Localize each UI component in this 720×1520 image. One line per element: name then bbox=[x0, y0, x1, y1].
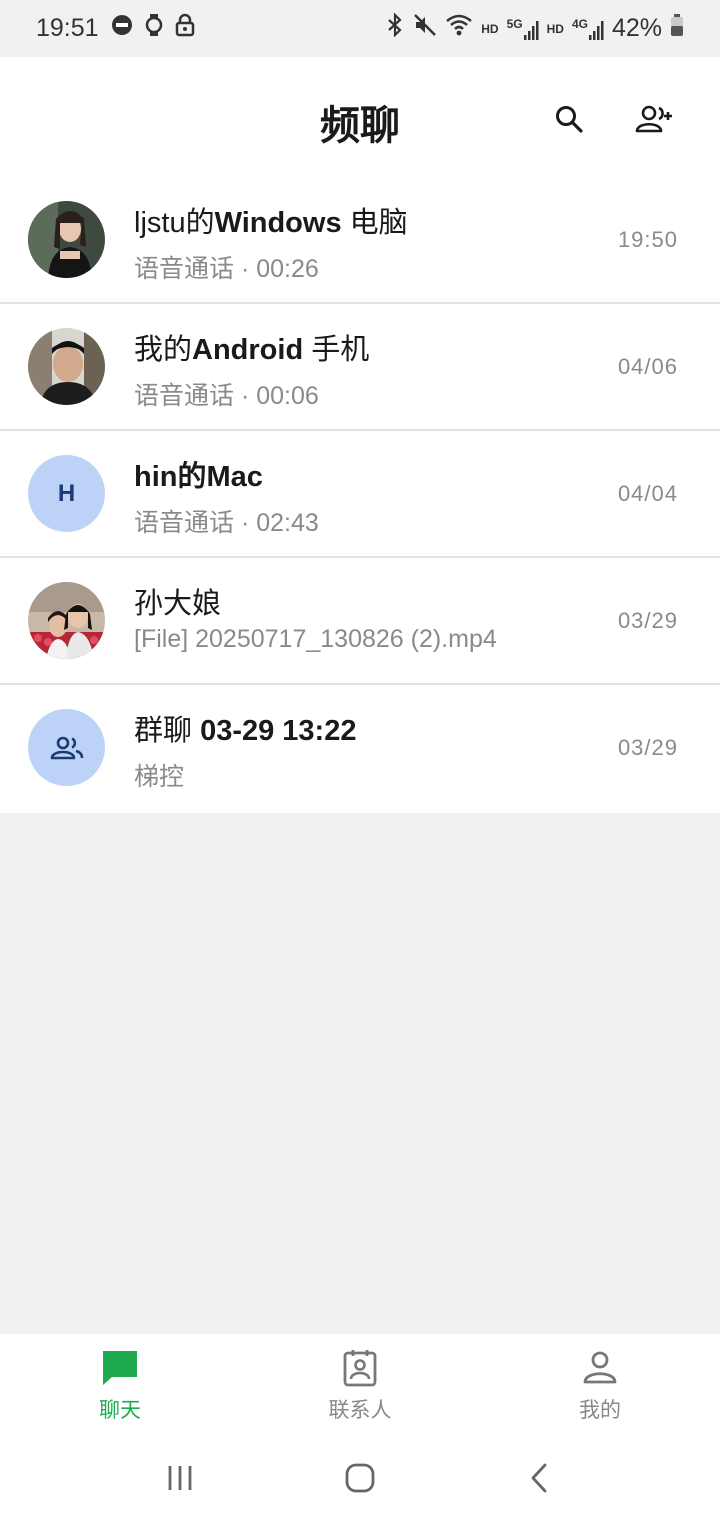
chat-row[interactable]: ljstu的Windows 电脑 语音通话 · 00:26 19:50 bbox=[0, 177, 720, 304]
chat-name-prefix: ljstu的 bbox=[134, 207, 215, 239]
back-icon bbox=[531, 1463, 547, 1492]
wear-icon bbox=[111, 14, 133, 43]
contacts-icon bbox=[343, 1350, 377, 1387]
home-button[interactable] bbox=[344, 1462, 376, 1499]
chat-name: 群聊 03-29 13:22 bbox=[134, 707, 356, 749]
chat-subtitle: 语音通话 · 00:26 bbox=[134, 255, 319, 283]
nav-item-chat[interactable]: 聊天 bbox=[0, 1334, 240, 1440]
battery-percent: 42% bbox=[611, 14, 662, 42]
avatar bbox=[28, 328, 105, 405]
chat-row[interactable]: 我的Android 手机 语音通话 · 00:06 04/06 bbox=[0, 304, 720, 431]
chat-name: hin的Mac bbox=[134, 453, 263, 495]
add-contact-button[interactable] bbox=[632, 97, 676, 141]
chat-name-bold: hin bbox=[134, 461, 178, 493]
system-nav-bar bbox=[0, 1440, 720, 1520]
nav-label: 我的 bbox=[579, 1399, 621, 1422]
chat-row[interactable]: 孙大娘 [File] 20250717_130826 (2).mp4 03/29 bbox=[0, 558, 720, 685]
signal-4g: 4G bbox=[572, 17, 604, 41]
page-title: 频聊 bbox=[320, 104, 400, 148]
chat-subtitle: 语音通话 · 02:43 bbox=[134, 509, 319, 537]
app-header: 频聊 bbox=[0, 57, 720, 177]
network-5g-label: 5G bbox=[506, 16, 523, 31]
chat-icon bbox=[103, 1351, 137, 1385]
recents-button[interactable] bbox=[165, 1463, 195, 1498]
chat-name-bold: Windows bbox=[214, 207, 342, 239]
network-4g-label: 4G bbox=[571, 16, 588, 31]
chat-time: 04/04 bbox=[617, 481, 678, 506]
chat-subtitle: 梯控 bbox=[134, 763, 185, 791]
recents-icon bbox=[168, 1465, 192, 1490]
avatar bbox=[28, 709, 105, 786]
status-bar: 19:51 HD 5G HD 4G 42% bbox=[0, 0, 720, 57]
lock-icon bbox=[175, 13, 195, 44]
hd-badge: HD bbox=[546, 21, 564, 36]
bluetooth-icon bbox=[385, 12, 405, 44]
avatar: H bbox=[28, 455, 105, 532]
avatar bbox=[28, 201, 105, 278]
watch-icon bbox=[145, 13, 163, 44]
add-contact-icon bbox=[635, 105, 672, 133]
search-icon bbox=[556, 106, 583, 133]
chat-name: ljstu的Windows 电脑 bbox=[134, 199, 408, 241]
back-button[interactable] bbox=[525, 1463, 555, 1498]
battery-icon bbox=[670, 13, 684, 44]
chat-name-suffix: 手机 bbox=[303, 334, 370, 366]
chat-name-prefix: 群聊 bbox=[134, 715, 201, 747]
bottom-nav: 聊天 联系人 我的 bbox=[0, 1334, 720, 1440]
chat-name-suffix: 电脑 bbox=[341, 207, 408, 239]
nav-label: 聊天 bbox=[99, 1399, 141, 1422]
chat-name: 孙大娘 bbox=[134, 580, 221, 622]
chat-name-prefix: 我的 bbox=[134, 334, 193, 366]
mute-icon bbox=[413, 13, 437, 44]
nav-item-contacts[interactable]: 联系人 bbox=[240, 1334, 480, 1440]
chat-time: 04/06 bbox=[617, 354, 678, 379]
search-button[interactable] bbox=[547, 97, 591, 141]
chat-row[interactable]: H hin的Mac 语音通话 · 02:43 04/04 bbox=[0, 431, 720, 558]
chat-name-suffix: 的Mac bbox=[177, 461, 263, 493]
chat-row[interactable]: 群聊 03-29 13:22 梯控 03/29 bbox=[0, 685, 720, 813]
avatar bbox=[28, 582, 105, 659]
chat-time: 03/29 bbox=[617, 735, 678, 760]
hd-badge: HD bbox=[481, 21, 499, 36]
signal-icon bbox=[588, 20, 604, 40]
avatar-letter: H bbox=[57, 479, 76, 507]
home-icon bbox=[345, 1463, 375, 1492]
nav-label: 联系人 bbox=[328, 1399, 392, 1422]
nav-item-profile[interactable]: 我的 bbox=[480, 1334, 720, 1440]
chat-name-bold: Android bbox=[192, 334, 304, 366]
chat-time: 03/29 bbox=[617, 608, 678, 633]
profile-icon bbox=[583, 1351, 617, 1384]
chat-name: 我的Android 手机 bbox=[134, 326, 369, 368]
chat-time: 19:50 bbox=[617, 227, 678, 252]
chat-subtitle: 语音通话 · 00:06 bbox=[134, 382, 319, 410]
chat-subtitle: [File] 20250717_130826 (2).mp4 bbox=[134, 625, 497, 653]
status-time: 19:51 bbox=[36, 14, 99, 42]
chat-name-bold: 03-29 13:22 bbox=[200, 715, 357, 747]
group-icon bbox=[50, 736, 83, 759]
chat-list: ljstu的Windows 电脑 语音通话 · 00:26 19:50 我的An… bbox=[0, 177, 720, 813]
signal-icon bbox=[523, 20, 539, 40]
chat-name-prefix: 孙大娘 bbox=[134, 588, 222, 620]
signal-5g: 5G bbox=[507, 17, 539, 41]
wifi-icon bbox=[445, 13, 473, 44]
